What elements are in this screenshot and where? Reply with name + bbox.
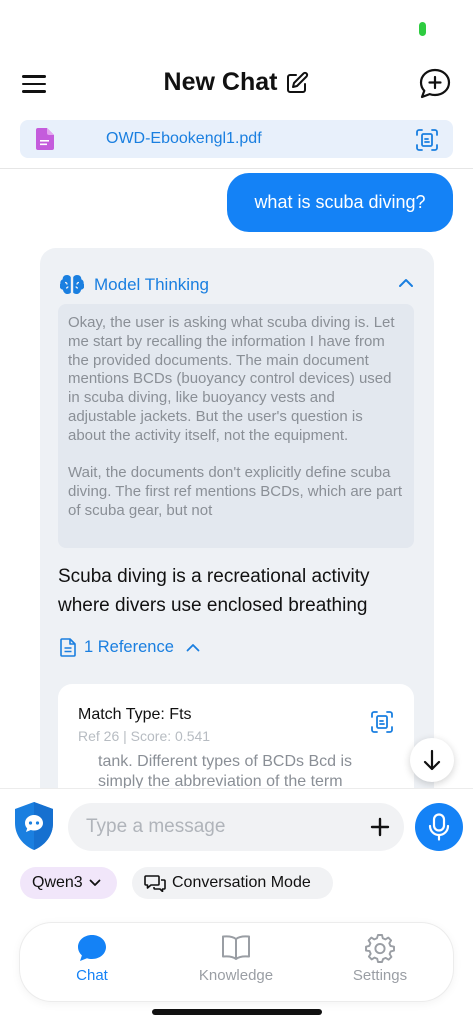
file-icon — [36, 128, 54, 150]
reference-meta: Ref 26 | Score: 0.541 — [78, 728, 211, 744]
document-scan-icon[interactable] — [415, 128, 439, 152]
bottom-tab-bar: Chat Knowledge Settings — [20, 923, 453, 1001]
user-message-text: what is scuba diving? — [254, 192, 426, 212]
tab-settings-label: Settings — [352, 967, 408, 984]
header: New Chat — [0, 62, 473, 106]
thinking-paragraph: Wait, the documents don't explicitly def… — [68, 464, 403, 519]
thinking-content: Okay, the user is asking what scuba divi… — [58, 304, 414, 548]
tab-chat-label: Chat — [76, 967, 108, 984]
reference-excerpt: tank. Different types of BCDs Bcd is sim… — [98, 753, 353, 790]
chevron-down-icon — [89, 879, 101, 886]
thinking-label: Model Thinking — [94, 275, 209, 294]
gear-icon — [365, 934, 395, 963]
plus-icon[interactable] — [368, 815, 392, 839]
tab-settings[interactable]: Settings — [320, 933, 440, 993]
document-scan-icon[interactable] — [370, 710, 394, 734]
conversation-mode-label: Conversation Mode — [172, 874, 311, 891]
message-input[interactable] — [86, 803, 356, 851]
microphone-icon — [428, 813, 450, 841]
conversation-mode-button[interactable]: Conversation Mode — [132, 867, 333, 899]
model-name: Qwen3 — [32, 874, 83, 891]
message-input-wrapper — [68, 803, 404, 851]
page-title: New Chat — [163, 68, 278, 96]
brain-icon — [60, 275, 84, 294]
arrow-down-icon — [423, 749, 441, 771]
tab-chat[interactable]: Chat — [32, 933, 152, 993]
conversation-icon — [144, 875, 166, 892]
chat-bubble-icon — [78, 935, 106, 961]
composer-area: Qwen3 Conversation Mode Chat Knowledge — [0, 788, 473, 1024]
book-icon — [222, 935, 250, 960]
thinking-toggle[interactable]: Model Thinking — [60, 274, 209, 296]
status-indicator — [419, 22, 426, 36]
assistant-message-card: Model Thinking Okay, the user is asking … — [40, 248, 434, 808]
chevron-up-icon — [186, 644, 200, 652]
document-icon — [60, 638, 76, 657]
tab-knowledge-label: Knowledge — [198, 967, 274, 984]
file-name[interactable]: OWD-Ebookengl1.pdf — [106, 130, 262, 148]
tab-knowledge[interactable]: Knowledge — [176, 933, 296, 993]
bot-shield-icon[interactable] — [12, 801, 56, 851]
references-toggle[interactable]: 1 Reference — [60, 638, 200, 657]
thinking-paragraph: Okay, the user is asking what scuba divi… — [68, 314, 395, 444]
reference-match-type: Match Type: Fts — [78, 706, 192, 723]
home-indicator — [152, 1009, 322, 1015]
title-group: New Chat — [0, 68, 473, 97]
chevron-up-icon[interactable] — [398, 278, 414, 288]
header-divider — [0, 168, 473, 169]
attached-file-bar[interactable]: OWD-Ebookengl1.pdf — [20, 120, 453, 158]
microphone-button[interactable] — [415, 803, 463, 851]
references-label: 1 Reference — [84, 638, 174, 656]
model-selector[interactable]: Qwen3 — [20, 867, 117, 899]
edit-icon[interactable] — [285, 71, 309, 95]
assistant-answer-text: Scuba diving is a recreational activity … — [58, 566, 370, 616]
scroll-down-button[interactable] — [410, 738, 454, 782]
chat-plus-icon[interactable] — [417, 66, 453, 102]
user-message-bubble: what is scuba diving? — [227, 173, 453, 232]
